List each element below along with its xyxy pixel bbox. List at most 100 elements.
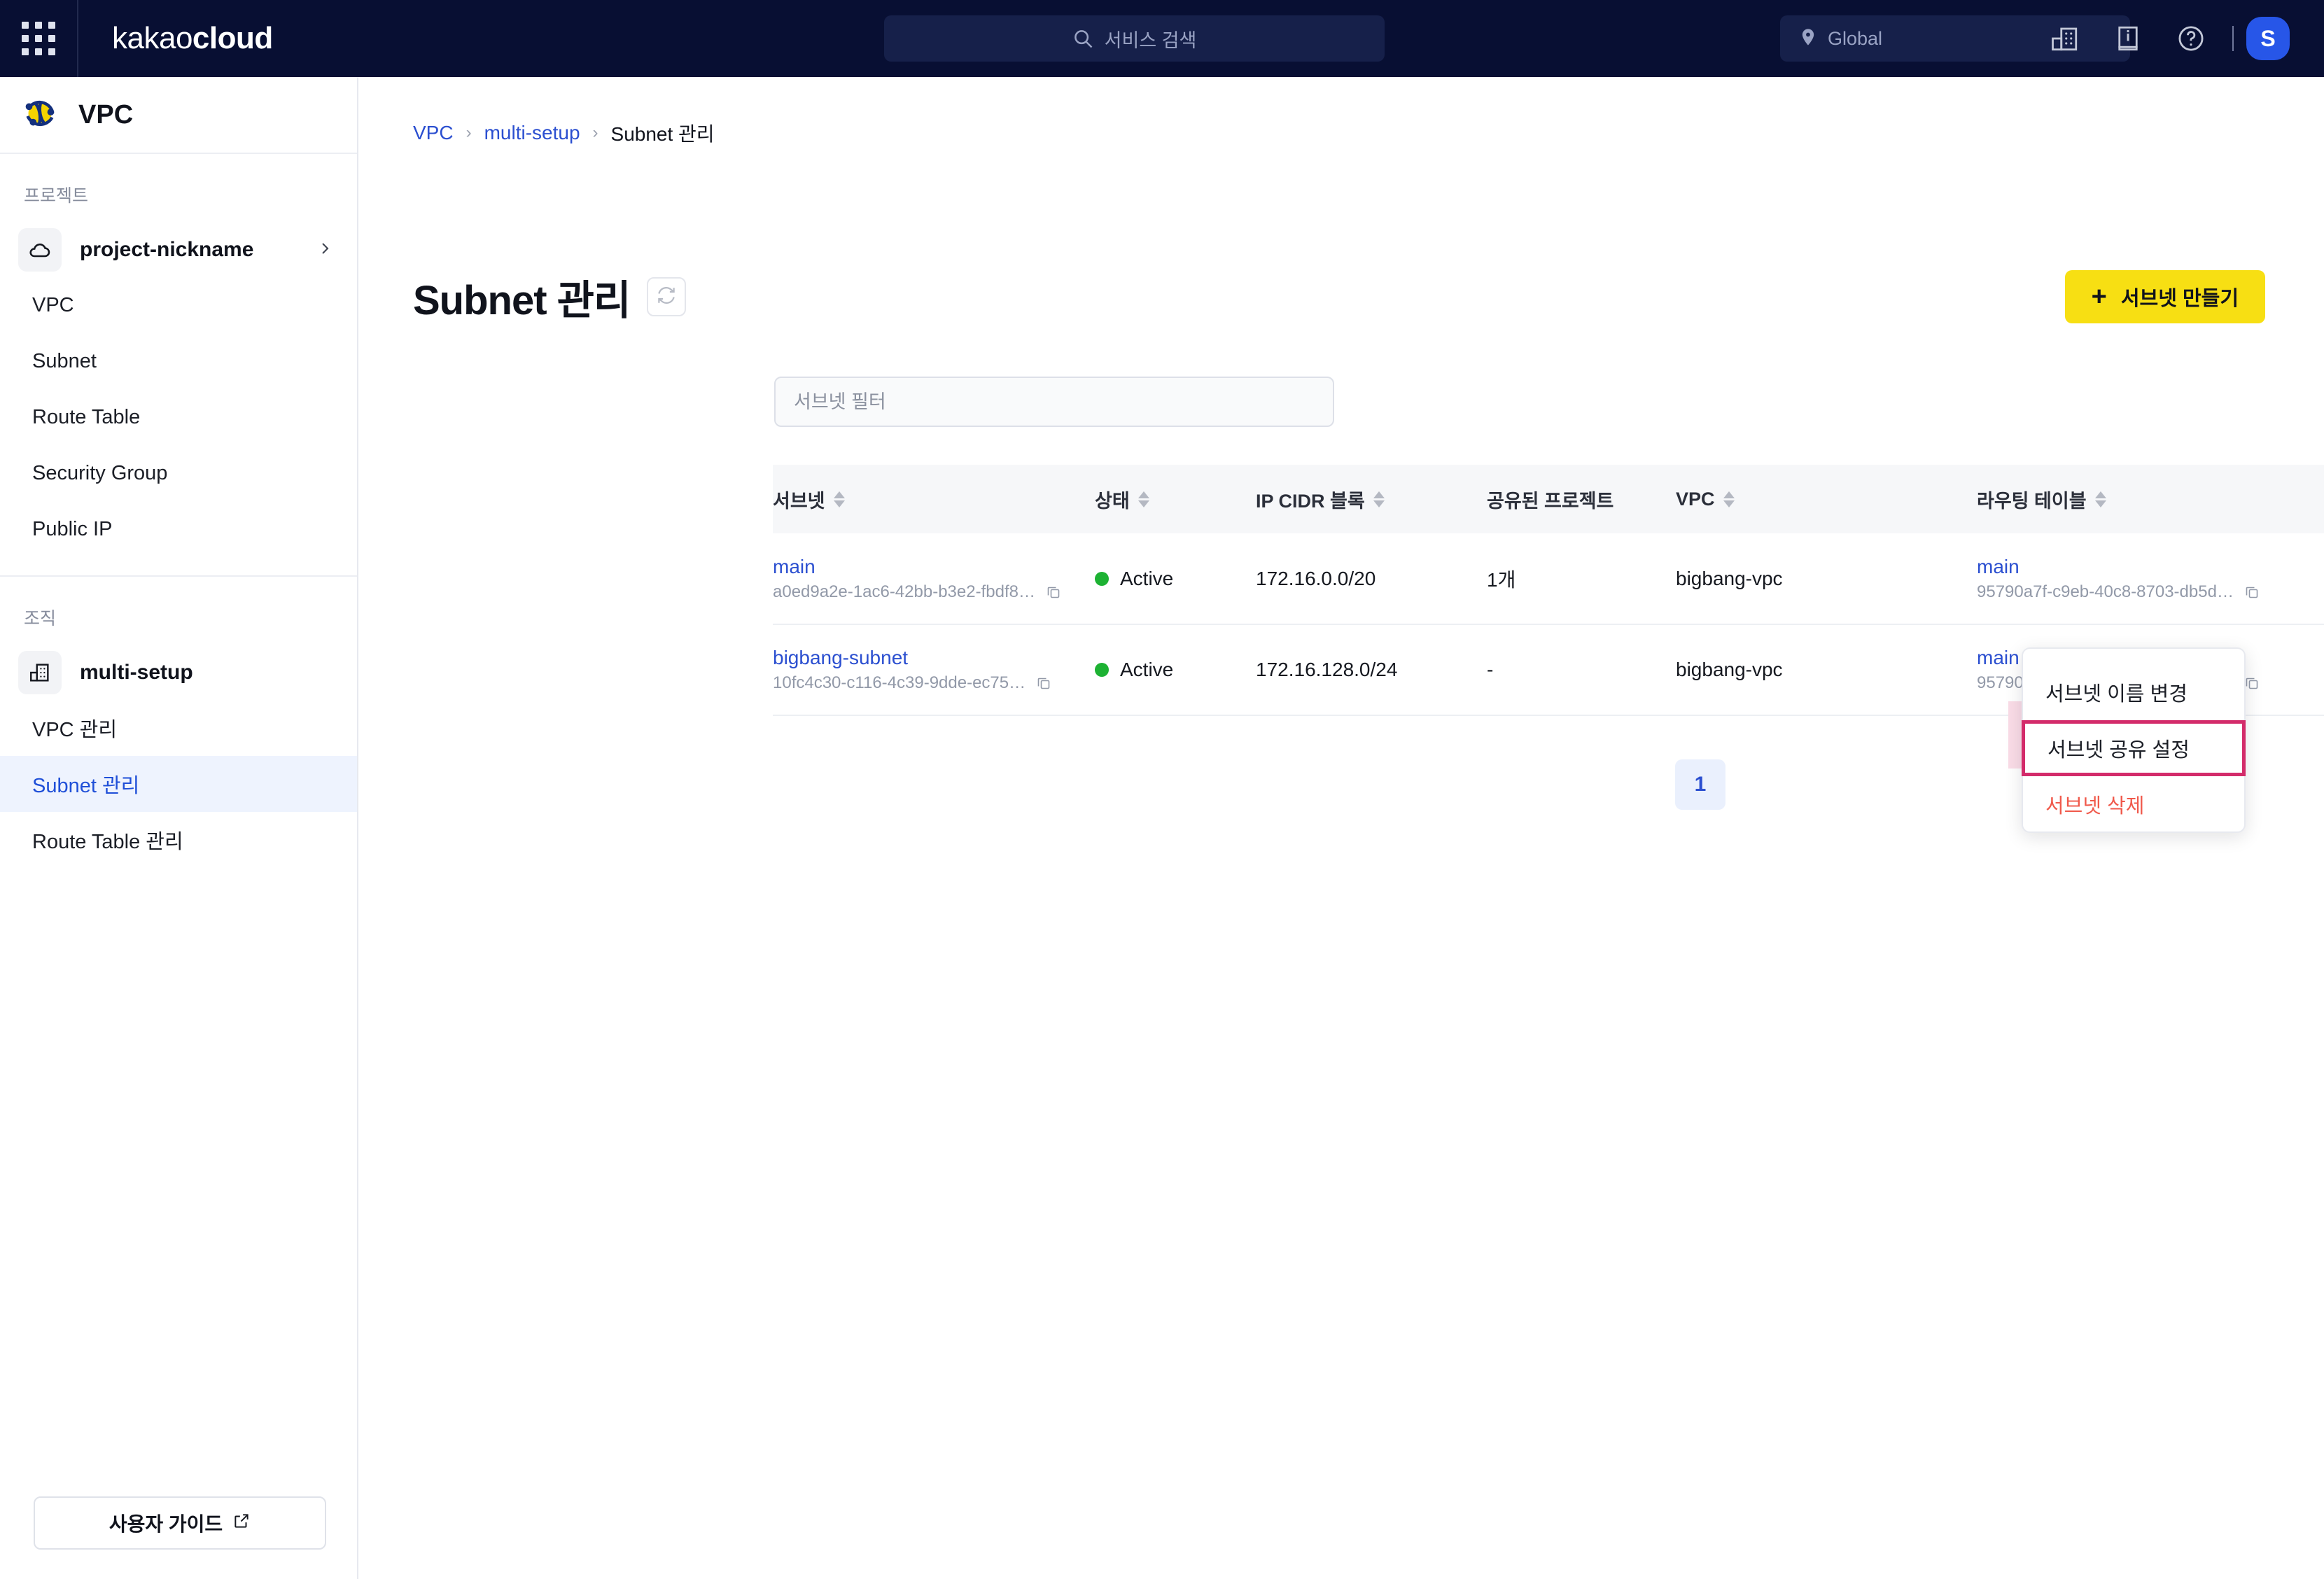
table-row: main a0ed9a2e-1ac6-42bb-b3e2-fbdf8… Acti… [773, 533, 2324, 624]
breadcrumb-item-current: Subnet 관리 [610, 123, 715, 145]
cell-cidr: 172.16.0.0/20 [1256, 567, 1376, 589]
building-icon [18, 651, 62, 694]
sort-icon[interactable] [1373, 491, 1385, 507]
user-guide-button[interactable]: 사용자 가이드 [34, 1496, 326, 1550]
column-header-cidr[interactable]: IP CIDR 블록 [1256, 465, 1487, 533]
context-menu-label: 서브넷 공유 설정 [2047, 739, 2190, 762]
region-label: Global [1828, 27, 1883, 49]
status-label: Active [1120, 567, 1174, 589]
sidebar-item-subnet-management[interactable]: Subnet 관리 [0, 756, 357, 812]
brand-text-bold: cloud [192, 21, 273, 55]
avatar-initial: S [2260, 25, 2276, 51]
brand-text-light: kakao [112, 21, 192, 55]
external-link-icon [232, 1512, 251, 1535]
copy-icon[interactable] [2244, 584, 2260, 601]
column-header-subnet[interactable]: 서브넷 [773, 465, 1095, 533]
context-menu-item-rename[interactable]: 서브넷 이름 변경 [2023, 664, 2244, 720]
apps-grid-button[interactable] [0, 0, 77, 77]
organization-selector[interactable]: multi-setup [0, 645, 357, 700]
route-table-id: 95790a7f-c9eb-40c8-8703-db5d… [1977, 582, 2234, 601]
sidebar-item-vpc-management[interactable]: VPC 관리 [0, 700, 357, 756]
avatar[interactable]: S [2246, 17, 2290, 60]
topbar-divider [77, 0, 78, 77]
sidebar: VPC 프로젝트 project-nickname VPC Subnet Rou… [0, 77, 358, 1579]
cell-vpc: bigbang-vpc [1676, 567, 1783, 589]
column-label: VPC [1676, 488, 1715, 510]
sidebar-item-label: Subnet 관리 [32, 775, 140, 797]
sidebar-item-label: Security Group [32, 461, 168, 484]
create-subnet-button[interactable]: + 서브넷 만들기 [2064, 270, 2265, 323]
subnet-filter-input[interactable] [774, 377, 1334, 427]
sidebar-item-label: Public IP [32, 517, 113, 540]
plus-icon: + [2091, 282, 2107, 311]
sidebar-item-security-group[interactable]: Security Group [0, 445, 357, 501]
organization-button[interactable] [2033, 0, 2096, 77]
header-icon-group: S [2033, 0, 2305, 77]
column-header-status[interactable]: 상태 [1095, 465, 1256, 533]
organization-name: multi-setup [80, 661, 193, 684]
sidebar-org-group-label: 조직 [24, 609, 57, 629]
subnet-name-link[interactable]: bigbang-subnet [773, 647, 1095, 669]
sort-icon[interactable] [1723, 491, 1735, 507]
sidebar-org-menu: VPC 관리 Subnet 관리 Route Table 관리 [0, 700, 357, 868]
sidebar-item-route-table-management[interactable]: Route Table 관리 [0, 812, 357, 868]
sidebar-item-route-table[interactable]: Route Table [0, 389, 357, 445]
brand-logo[interactable]: kakao cloud [112, 21, 273, 56]
project-name: project-nickname [80, 238, 254, 261]
sort-icon[interactable] [833, 491, 845, 507]
sidebar-item-vpc[interactable]: VPC [0, 277, 357, 333]
help-button[interactable] [2160, 0, 2222, 77]
pagination-page-1[interactable]: 1 [1675, 759, 1726, 810]
grid-apps-icon [22, 22, 55, 55]
subnet-id: 10fc4c30-c116-4c39-9dde-ec75… [773, 673, 1026, 692]
search-icon [1072, 28, 1093, 49]
subnet-name-link[interactable]: main [773, 556, 1095, 578]
help-icon [2178, 26, 2204, 51]
cell-status: Active [1095, 624, 1256, 715]
create-subnet-label: 서브넷 만들기 [2120, 288, 2239, 310]
service-search-box[interactable]: 서비스 검색 [884, 15, 1385, 62]
column-label: 공유된 프로젝트 [1487, 490, 1614, 512]
column-label: 서브넷 [773, 490, 825, 512]
cell-cidr: 172.16.128.0/24 [1256, 659, 1398, 680]
project-selector[interactable]: project-nickname [0, 223, 357, 277]
copy-icon[interactable] [1045, 584, 1062, 601]
column-label: 상태 [1095, 490, 1130, 512]
refresh-button[interactable] [647, 277, 687, 316]
cell-vpc: bigbang-vpc [1676, 659, 1783, 680]
sidebar-service-header[interactable]: VPC [0, 77, 357, 154]
route-table-link[interactable]: main [1977, 556, 2324, 578]
vpc-globe-icon [18, 92, 62, 139]
page-title-row: Subnet 관리 [413, 267, 687, 326]
top-bar: kakao cloud 서비스 검색 Global S [0, 0, 2324, 77]
breadcrumb: VPC › multi-setup › Subnet 관리 [413, 119, 715, 147]
context-menu-label: 서브넷 이름 변경 [2045, 683, 2188, 706]
location-pin-icon [1798, 27, 1818, 50]
sidebar-item-subnet[interactable]: Subnet [0, 333, 357, 389]
cell-shared-projects: 1개 [1487, 568, 1516, 591]
column-header-vpc[interactable]: VPC [1676, 465, 1977, 533]
copy-icon[interactable] [2244, 675, 2260, 692]
sidebar-project-menu: VPC Subnet Route Table Security Group Pu… [0, 277, 357, 557]
column-header-route-table[interactable]: 라우팅 테이블 [1977, 465, 2324, 533]
breadcrumb-item-vpc[interactable]: VPC [413, 122, 454, 144]
copy-icon[interactable] [1035, 675, 1052, 692]
context-menu-item-delete[interactable]: 서브넷 삭제 [2023, 776, 2244, 832]
subnet-context-menu: 서브넷 이름 변경 서브넷 공유 설정 서브넷 삭제 [2022, 647, 2246, 833]
sort-icon[interactable] [2094, 491, 2106, 507]
sidebar-item-label: Route Table 관리 [32, 831, 183, 853]
sidebar-item-public-ip[interactable]: Public IP [0, 501, 357, 557]
breadcrumb-item-multi-setup[interactable]: multi-setup [484, 122, 580, 144]
column-label: 라우팅 테이블 [1977, 490, 2087, 512]
context-menu-item-share-settings[interactable]: 서브넷 공유 설정 [2022, 720, 2246, 776]
docs-button[interactable] [2096, 0, 2160, 77]
sort-icon[interactable] [1138, 491, 1149, 507]
status-dot [1095, 663, 1109, 677]
cell-shared-projects: - [1487, 659, 1494, 680]
breadcrumb-separator: › [465, 123, 472, 142]
docs-icon [2118, 26, 2138, 51]
column-header-shared-projects: 공유된 프로젝트 [1487, 465, 1676, 533]
page-title: Subnet 관리 [413, 278, 631, 323]
breadcrumb-separator: › [592, 123, 598, 142]
cell-subnet: bigbang-subnet 10fc4c30-c116-4c39-9dde-e… [773, 624, 1095, 715]
